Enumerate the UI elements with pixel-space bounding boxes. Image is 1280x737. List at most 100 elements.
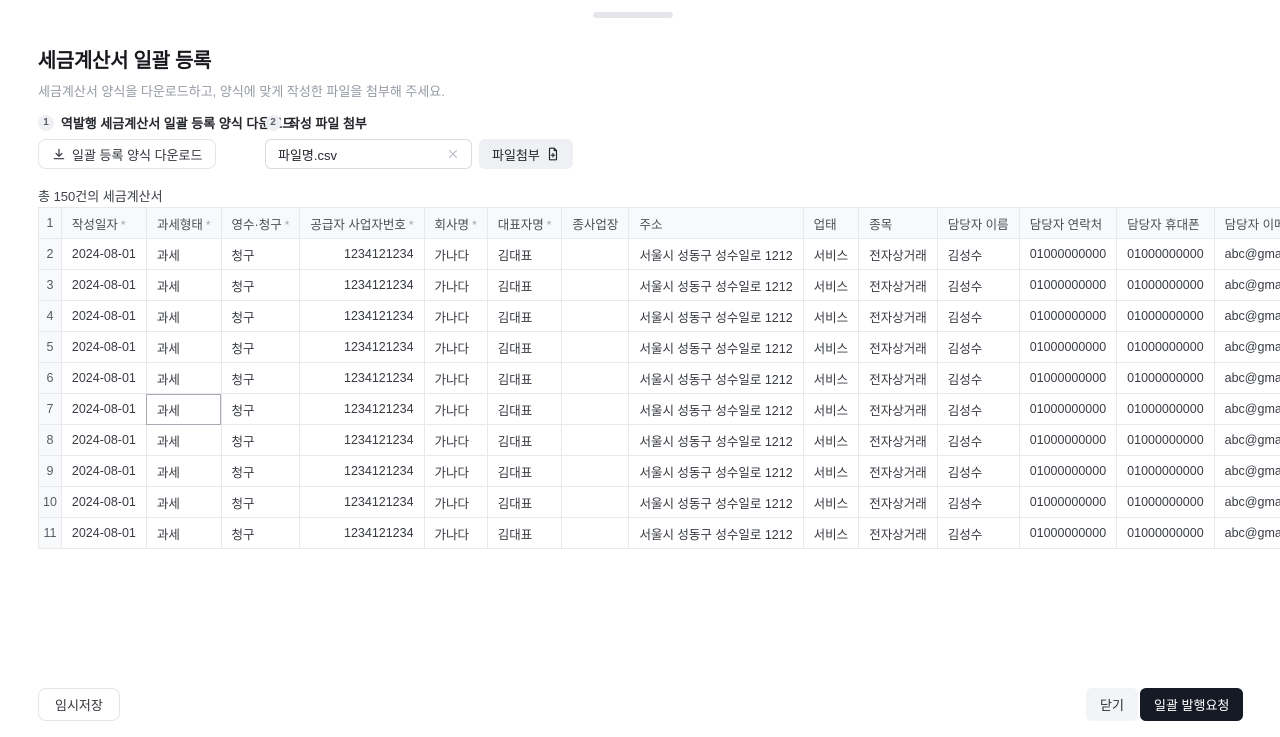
data-cell[interactable]: 서비스 xyxy=(803,363,859,394)
data-cell[interactable]: 김성수 xyxy=(937,363,1019,394)
data-cell[interactable]: 김대표 xyxy=(487,425,562,456)
data-cell[interactable]: 2024-08-01 xyxy=(61,425,146,456)
data-cell[interactable]: 01000000000 xyxy=(1117,425,1214,456)
data-cell[interactable]: abc@gmail.com xyxy=(1214,363,1280,394)
data-cell[interactable]: 가나다 xyxy=(424,425,487,456)
data-cell[interactable]: 과세 xyxy=(146,487,221,518)
data-cell[interactable]: abc@gmail.com xyxy=(1214,270,1280,301)
data-cell[interactable]: 서울시 성동구 성수일로 1212 xyxy=(629,301,803,332)
data-cell[interactable]: 01000000000 xyxy=(1117,270,1214,301)
row-number-cell[interactable]: 9 xyxy=(39,456,62,487)
data-cell[interactable]: 서비스 xyxy=(803,394,859,425)
data-cell[interactable]: 01000000000 xyxy=(1117,487,1214,518)
data-cell[interactable]: 2024-08-01 xyxy=(61,301,146,332)
data-cell[interactable]: 과세 xyxy=(146,270,221,301)
data-cell[interactable]: 청구 xyxy=(221,239,300,270)
data-cell[interactable]: 김대표 xyxy=(487,301,562,332)
data-cell[interactable]: 01000000000 xyxy=(1117,301,1214,332)
data-cell[interactable]: 청구 xyxy=(221,363,300,394)
data-cell[interactable]: 서비스 xyxy=(803,456,859,487)
data-cell[interactable]: 01000000000 xyxy=(1117,239,1214,270)
data-cell[interactable]: 김대표 xyxy=(487,270,562,301)
data-cell[interactable] xyxy=(562,394,629,425)
data-cell[interactable]: 청구 xyxy=(221,487,300,518)
data-cell[interactable]: 01000000000 xyxy=(1117,363,1214,394)
data-cell[interactable]: 김성수 xyxy=(937,301,1019,332)
data-cell[interactable]: abc@gmail.com xyxy=(1214,425,1280,456)
data-cell[interactable]: abc@gmail.com xyxy=(1214,239,1280,270)
data-cell[interactable]: 1234121234 xyxy=(300,270,424,301)
save-draft-button[interactable]: 임시저장 xyxy=(38,688,120,721)
data-cell[interactable]: 2024-08-01 xyxy=(61,270,146,301)
data-cell[interactable]: 과세 xyxy=(146,518,221,549)
row-number-cell[interactable]: 5 xyxy=(39,332,62,363)
data-cell[interactable]: 김성수 xyxy=(937,518,1019,549)
data-cell[interactable]: 가나다 xyxy=(424,487,487,518)
row-number-cell[interactable]: 8 xyxy=(39,425,62,456)
data-cell[interactable]: 과세 xyxy=(146,301,221,332)
row-number-cell[interactable]: 1 xyxy=(39,208,62,239)
data-cell[interactable]: 2024-08-01 xyxy=(61,332,146,363)
data-cell[interactable]: 전자상거래 xyxy=(859,518,938,549)
data-cell[interactable]: 김대표 xyxy=(487,487,562,518)
data-cell[interactable]: 01000000000 xyxy=(1019,270,1116,301)
data-cell[interactable]: 과세 xyxy=(146,425,221,456)
file-name-field[interactable] xyxy=(265,139,472,169)
data-cell[interactable]: 2024-08-01 xyxy=(61,487,146,518)
data-cell[interactable] xyxy=(562,456,629,487)
data-cell[interactable]: 2024-08-01 xyxy=(61,363,146,394)
data-cell[interactable]: 01000000000 xyxy=(1019,518,1116,549)
data-cell[interactable]: 2024-08-01 xyxy=(61,456,146,487)
row-number-cell[interactable]: 6 xyxy=(39,363,62,394)
data-cell[interactable]: 김대표 xyxy=(487,394,562,425)
data-cell[interactable]: 과세 xyxy=(146,394,221,425)
data-cell[interactable] xyxy=(562,425,629,456)
data-cell[interactable]: 김성수 xyxy=(937,270,1019,301)
data-cell[interactable]: 서울시 성동구 성수일로 1212 xyxy=(629,332,803,363)
data-cell[interactable] xyxy=(562,239,629,270)
data-cell[interactable]: 전자상거래 xyxy=(859,394,938,425)
data-cell[interactable]: 서울시 성동구 성수일로 1212 xyxy=(629,363,803,394)
data-cell[interactable]: 청구 xyxy=(221,394,300,425)
data-cell[interactable]: 1234121234 xyxy=(300,518,424,549)
data-cell[interactable]: 과세 xyxy=(146,239,221,270)
row-number-cell[interactable]: 7 xyxy=(39,394,62,425)
data-cell[interactable]: 서울시 성동구 성수일로 1212 xyxy=(629,425,803,456)
data-cell[interactable]: 전자상거래 xyxy=(859,487,938,518)
data-cell[interactable]: 김성수 xyxy=(937,239,1019,270)
data-cell[interactable]: 가나다 xyxy=(424,518,487,549)
data-cell[interactable]: 김성수 xyxy=(937,332,1019,363)
data-cell[interactable]: 서비스 xyxy=(803,425,859,456)
data-cell[interactable]: 가나다 xyxy=(424,363,487,394)
data-cell[interactable]: 01000000000 xyxy=(1019,425,1116,456)
data-cell[interactable]: 01000000000 xyxy=(1019,456,1116,487)
data-cell[interactable]: 과세 xyxy=(146,332,221,363)
bulk-issue-request-button[interactable]: 일괄 발행요청 xyxy=(1140,688,1243,721)
data-cell[interactable]: 가나다 xyxy=(424,239,487,270)
data-cell[interactable]: 서울시 성동구 성수일로 1212 xyxy=(629,239,803,270)
data-cell[interactable]: abc@gmail.com xyxy=(1214,301,1280,332)
data-cell[interactable]: 2024-08-01 xyxy=(61,518,146,549)
row-number-cell[interactable]: 2 xyxy=(39,239,62,270)
data-cell[interactable]: abc@gmail.com xyxy=(1214,332,1280,363)
drag-handle[interactable] xyxy=(593,12,673,18)
data-cell[interactable]: 김성수 xyxy=(937,425,1019,456)
close-button[interactable]: 닫기 xyxy=(1086,688,1138,721)
data-cell[interactable]: 1234121234 xyxy=(300,456,424,487)
data-cell[interactable]: 01000000000 xyxy=(1117,456,1214,487)
data-cell[interactable]: 전자상거래 xyxy=(859,239,938,270)
data-cell[interactable]: abc@gmail.com xyxy=(1214,456,1280,487)
data-cell[interactable]: 1234121234 xyxy=(300,332,424,363)
data-cell[interactable]: 1234121234 xyxy=(300,301,424,332)
data-cell[interactable]: 가나다 xyxy=(424,332,487,363)
data-cell[interactable] xyxy=(562,363,629,394)
data-cell[interactable]: 1234121234 xyxy=(300,239,424,270)
row-number-cell[interactable]: 3 xyxy=(39,270,62,301)
data-cell[interactable]: 청구 xyxy=(221,518,300,549)
data-cell[interactable]: 서울시 성동구 성수일로 1212 xyxy=(629,270,803,301)
data-cell[interactable]: 과세 xyxy=(146,456,221,487)
data-cell[interactable]: 1234121234 xyxy=(300,363,424,394)
data-cell[interactable]: 서울시 성동구 성수일로 1212 xyxy=(629,456,803,487)
data-cell[interactable]: 과세 xyxy=(146,363,221,394)
data-cell[interactable]: 가나다 xyxy=(424,270,487,301)
